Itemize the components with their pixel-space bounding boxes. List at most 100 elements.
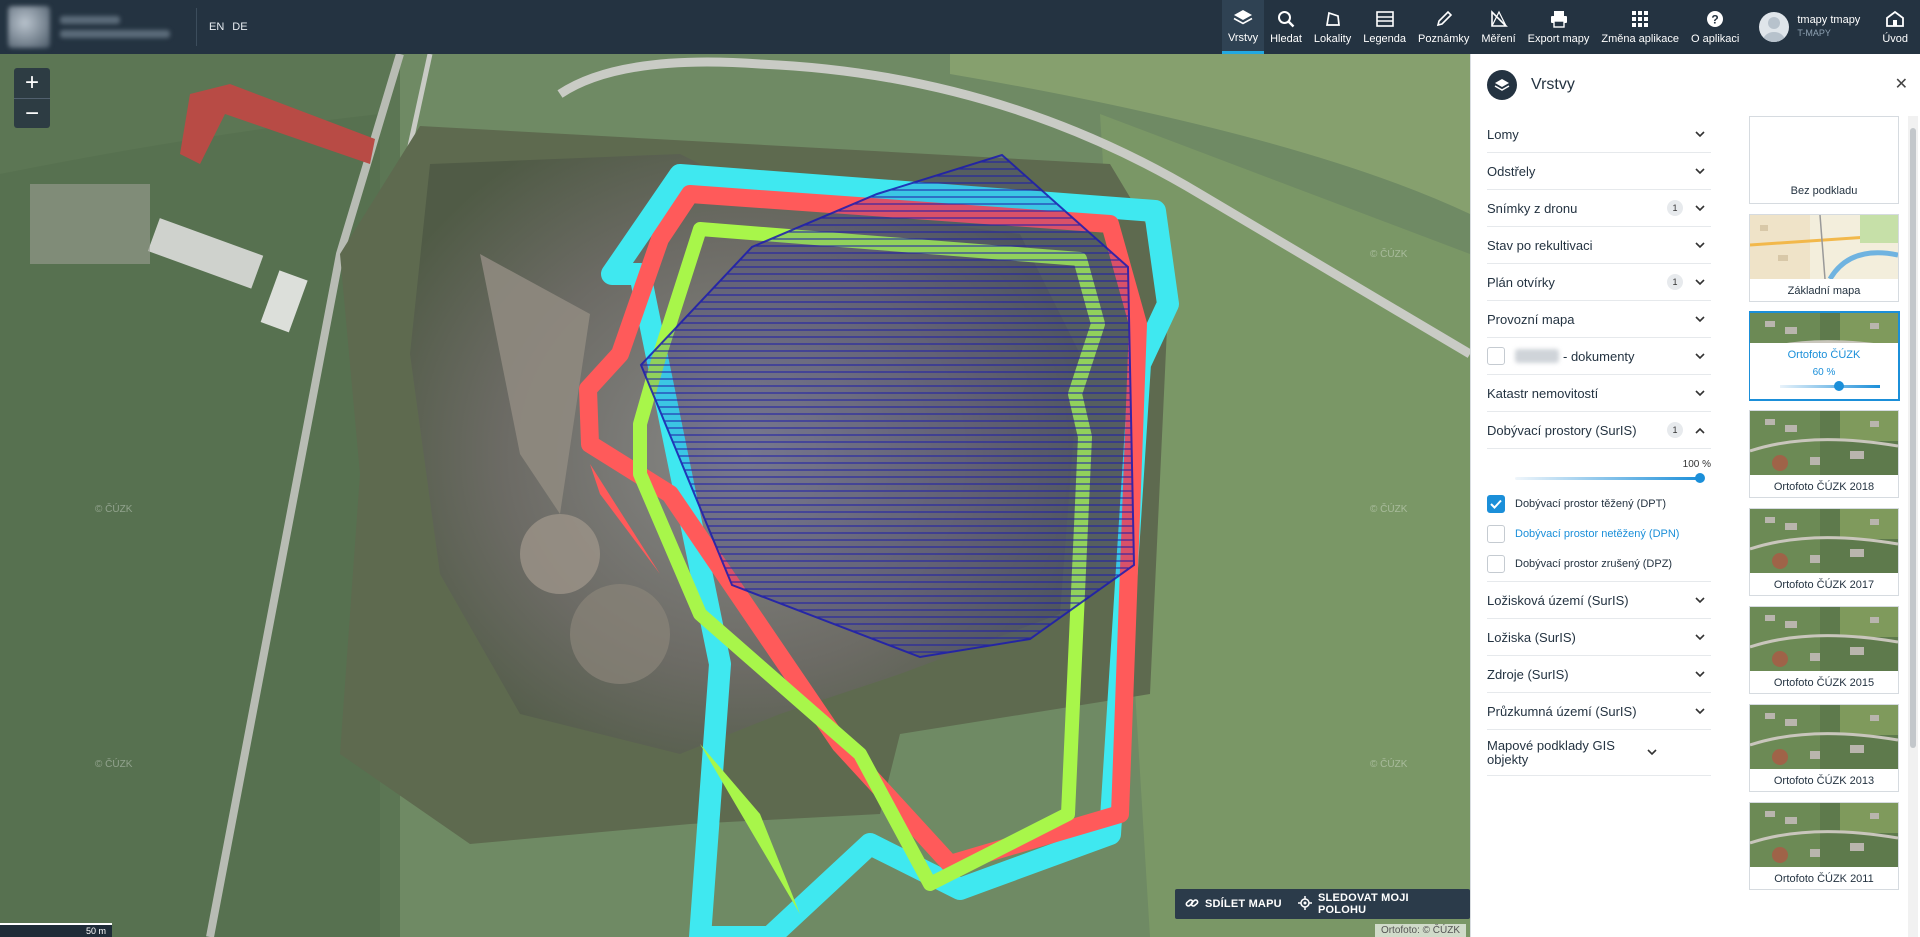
basemap-option[interactable]: Bez podkladu	[1749, 116, 1899, 204]
nav-pencil[interactable]: Poznámky	[1412, 0, 1475, 54]
lang-en[interactable]: EN	[209, 21, 224, 33]
chevron-up-icon[interactable]	[1695, 425, 1705, 435]
layer-label: Mapové podklady GIS objekty	[1487, 737, 1615, 767]
layer-group[interactable]: Snímky z dronu 1	[1487, 190, 1711, 227]
layer-group[interactable]: - dokumenty	[1487, 338, 1711, 375]
opacity-slider[interactable]: 100 %	[1487, 455, 1711, 489]
panel-scrollbar[interactable]	[1908, 116, 1918, 937]
share-map-button[interactable]: SDÍLET MAPU	[1175, 889, 1292, 919]
scrollbar-thumb[interactable]	[1910, 128, 1916, 748]
sublayer-item[interactable]: Dobývací prostor těžený (DPT)	[1487, 489, 1711, 519]
basemap-option[interactable]: Ortofoto ČÚZK 2011	[1749, 802, 1899, 890]
nav-ruler[interactable]: Měření	[1475, 0, 1521, 54]
track-location-button[interactable]: SLEDOVAT MOJI POLOHU	[1288, 889, 1470, 919]
link-icon	[1185, 896, 1199, 913]
layer-group[interactable]: Odstřely	[1487, 153, 1711, 190]
nav-layers[interactable]: Vrstvy	[1221, 0, 1265, 54]
layer-label: Provozní mapa	[1487, 311, 1575, 327]
layer-group[interactable]: Lomy	[1487, 116, 1711, 153]
printer-icon	[1548, 9, 1570, 29]
basemap-option[interactable]: Základní mapa	[1749, 214, 1899, 302]
basemap-opacity-track[interactable]	[1780, 385, 1880, 388]
chevron-down-icon[interactable]	[1695, 203, 1705, 213]
nav-search[interactable]: Hledat	[1264, 0, 1308, 54]
basemap-label: Ortofoto ČÚZK 2011	[1774, 873, 1874, 885]
nav-help[interactable]: ? O aplikaci	[1685, 0, 1745, 54]
opacity-track[interactable]	[1515, 477, 1701, 480]
nav-label: Měření	[1481, 33, 1516, 45]
chevron-down-icon[interactable]	[1695, 129, 1705, 139]
basemap-label: Bez podkladu	[1790, 185, 1858, 197]
basemap-option[interactable]: Ortofoto ČÚZK 2013	[1749, 704, 1899, 792]
basemap-opacity-handle[interactable]	[1834, 381, 1844, 391]
layer-group[interactable]: Provozní mapa	[1487, 301, 1711, 338]
map-attribution: Ortofoto: © ČÚZK	[1374, 924, 1466, 937]
layer-group[interactable]: Průzkumná území (SurIS)	[1487, 693, 1711, 730]
app-logo	[8, 6, 50, 48]
sublayer-checkbox[interactable]	[1487, 555, 1505, 573]
layer-group[interactable]: Ložisková území (SurIS)	[1487, 582, 1711, 619]
layer-group[interactable]: Stav po rekultivaci	[1487, 227, 1711, 264]
lang-de[interactable]: DE	[232, 21, 247, 33]
layer-label: Zdroje (SurIS)	[1487, 666, 1569, 682]
nav-location[interactable]: Lokality	[1308, 0, 1357, 54]
chevron-down-icon[interactable]	[1695, 351, 1705, 361]
layer-label: Katastr nemovitostí	[1487, 385, 1599, 401]
layer-label: Plán otvírky	[1487, 274, 1555, 290]
track-location-label: SLEDOVAT MOJI POLOHU	[1318, 892, 1409, 916]
nav-grid[interactable]: Změna aplikace	[1595, 0, 1685, 54]
crosshair-icon	[1298, 895, 1312, 913]
chevron-down-icon[interactable]	[1695, 277, 1705, 287]
nav-legend[interactable]: Legenda	[1357, 0, 1412, 54]
layers-icon	[1487, 70, 1517, 100]
layer-checkbox[interactable]	[1487, 347, 1505, 365]
layer-group[interactable]: Plán otvírky 1	[1487, 264, 1711, 301]
brand[interactable]	[0, 0, 196, 54]
sublayer-item[interactable]: Dobývací prostor netěžený (DPN)	[1487, 519, 1711, 549]
home-icon	[1884, 9, 1906, 29]
layer-group-expanded: 100 % Dobývací prostor těžený (DPT) Dobýva…	[1487, 449, 1711, 582]
nav-printer[interactable]: Export mapy	[1522, 0, 1596, 54]
basemap-option[interactable]: Ortofoto ČÚZK 2015	[1749, 606, 1899, 694]
zoom-in-button[interactable]: +	[14, 68, 50, 98]
sublayer-checkbox[interactable]	[1487, 495, 1505, 513]
layer-label: Průzkumná území (SurIS)	[1487, 703, 1637, 719]
layer-group[interactable]: Dobývací prostory (SurIS) 1	[1487, 412, 1711, 449]
layer-group[interactable]: Zdroje (SurIS)	[1487, 656, 1711, 693]
basemap-option[interactable]: Ortofoto ČÚZK 2017	[1749, 508, 1899, 596]
chevron-down-icon[interactable]	[1695, 240, 1705, 250]
nav-home[interactable]: Úvod	[1870, 0, 1920, 54]
pencil-icon	[1433, 9, 1455, 29]
panel-title: Vrstvy	[1531, 76, 1575, 93]
sublayer-item[interactable]: Dobývací prostor zrušený (DPZ)	[1487, 549, 1711, 579]
basemap-option[interactable]: 60 % Ortofoto ČÚZK	[1749, 312, 1899, 400]
sublayer-checkbox[interactable]	[1487, 525, 1505, 543]
chevron-down-icon[interactable]	[1695, 669, 1705, 679]
user-menu[interactable]: tmapy tmapy T-MAPY	[1745, 0, 1870, 54]
main-nav: Vrstvy Hledat Lokality Legenda Poznámky Měřen…	[1221, 0, 1745, 54]
sublayer-label: Dobývací prostor zrušený (DPZ)	[1515, 558, 1673, 570]
user-name: tmapy tmapy	[1797, 14, 1861, 26]
nav-label: Lokality	[1313, 33, 1352, 45]
chevron-down-icon[interactable]	[1695, 166, 1705, 176]
nav-label: Export mapy	[1527, 33, 1590, 45]
chevron-down-icon[interactable]	[1695, 388, 1705, 398]
map-view[interactable]: © ČÚZK © ČÚZK © ČÚZK © ČÚZK © ČÚZK + − S…	[0, 54, 1470, 937]
layer-group[interactable]: Ložiska (SurIS)	[1487, 619, 1711, 656]
nav-label: Poznámky	[1418, 33, 1470, 45]
layer-label: Lomy	[1487, 126, 1519, 142]
zoom-out-button[interactable]: −	[14, 98, 50, 128]
chevron-down-icon[interactable]	[1695, 314, 1705, 324]
chevron-down-icon[interactable]	[1695, 706, 1705, 716]
chevron-down-icon[interactable]	[1695, 632, 1705, 642]
basemap-option[interactable]: Ortofoto ČÚZK 2018	[1749, 410, 1899, 498]
layer-label: Ložiska (SurIS)	[1487, 629, 1576, 645]
layer-label: Dobývací prostory (SurIS)	[1487, 422, 1637, 438]
close-icon[interactable]: ✕	[1895, 74, 1908, 94]
watermark: © ČÚZK	[95, 759, 133, 770]
chevron-down-icon[interactable]	[1695, 595, 1705, 605]
opacity-handle[interactable]	[1695, 473, 1705, 483]
layer-group[interactable]: Katastr nemovitostí	[1487, 375, 1711, 412]
chevron-down-icon[interactable]	[1647, 748, 1657, 758]
layer-group[interactable]: Mapové podklady GIS objekty	[1487, 730, 1711, 776]
